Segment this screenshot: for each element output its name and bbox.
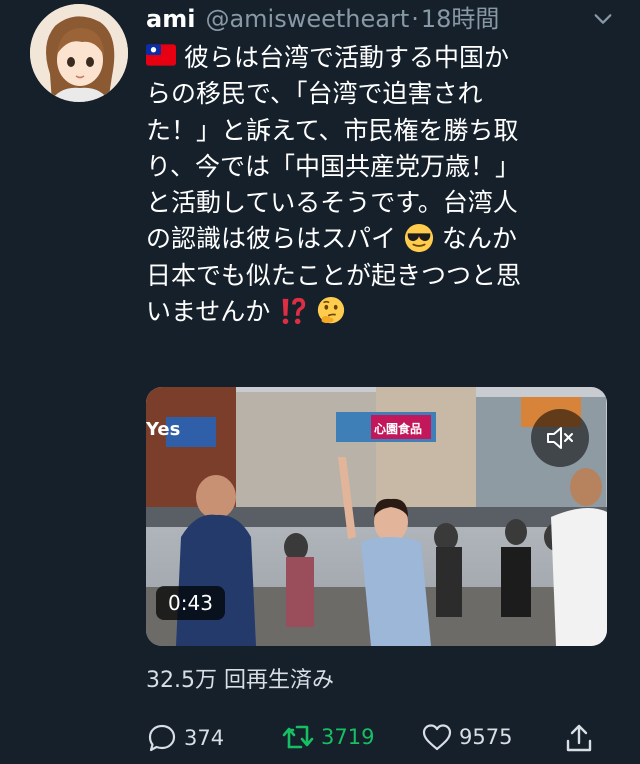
tweet-header: ami @amisweetheart · 18時間 [146,4,616,34]
tweet-line: 彼らは台湾で活動する中国か [183,43,509,72]
sign-yes: Yes [146,419,180,440]
exclamation-question-mark-icon [282,297,306,325]
tweet-line: と活動しているそうです。台湾人 [146,188,518,218]
like-icon [422,724,452,751]
action-bar: 374 3719 9575 [146,722,596,758]
tweet-line: た！」と訴えて、市民権を勝ち取 [146,115,519,145]
tweet-line: り、今では「中国共産党万歳！」 [146,151,521,181]
display-name[interactable]: ami [146,4,195,34]
tweet-line: なんか [441,224,517,254]
reply-icon [148,724,176,752]
user-handle[interactable]: @amisweetheart [205,4,409,34]
retweet-count: 3719 [321,725,375,749]
reply-button[interactable]: 374 [146,722,224,754]
video-player[interactable]: Yes 心園食品 0:43 [146,387,607,646]
avatar[interactable] [30,4,128,102]
thinking-face-icon [318,297,345,324]
reply-count: 374 [184,726,225,750]
share-button[interactable] [564,722,600,754]
video-duration: 0:43 [156,586,225,620]
timestamp[interactable]: 18時間 [421,4,500,34]
tweet-text: 彼らは台湾で活動する中国か らの移民で、「台湾で迫害され た！」と訴えて、市民権… [146,40,606,330]
retweet-icon [282,725,314,749]
retweet-button[interactable]: 3719 [281,722,374,752]
separator-dot: · [411,5,419,33]
tweet-line: いませんか [146,297,271,327]
like-count: 9575 [459,725,513,749]
mute-icon[interactable] [531,409,589,467]
taiwan-flag-icon [146,44,176,66]
chevron-down-icon[interactable] [590,6,616,32]
sign-shop: 心園食品 [374,421,422,436]
view-count: 32.5万 回再生済み [146,668,334,693]
tweet-line: らの移民で、「台湾で迫害され [146,79,483,109]
like-button[interactable]: 9575 [421,722,512,752]
sunglasses-face-icon [404,224,434,253]
tweet-line: 日本でも似たことが起きつつと思 [146,260,522,290]
share-icon [566,724,592,752]
tweet-line: の認識は彼らはスパイ [146,224,397,254]
